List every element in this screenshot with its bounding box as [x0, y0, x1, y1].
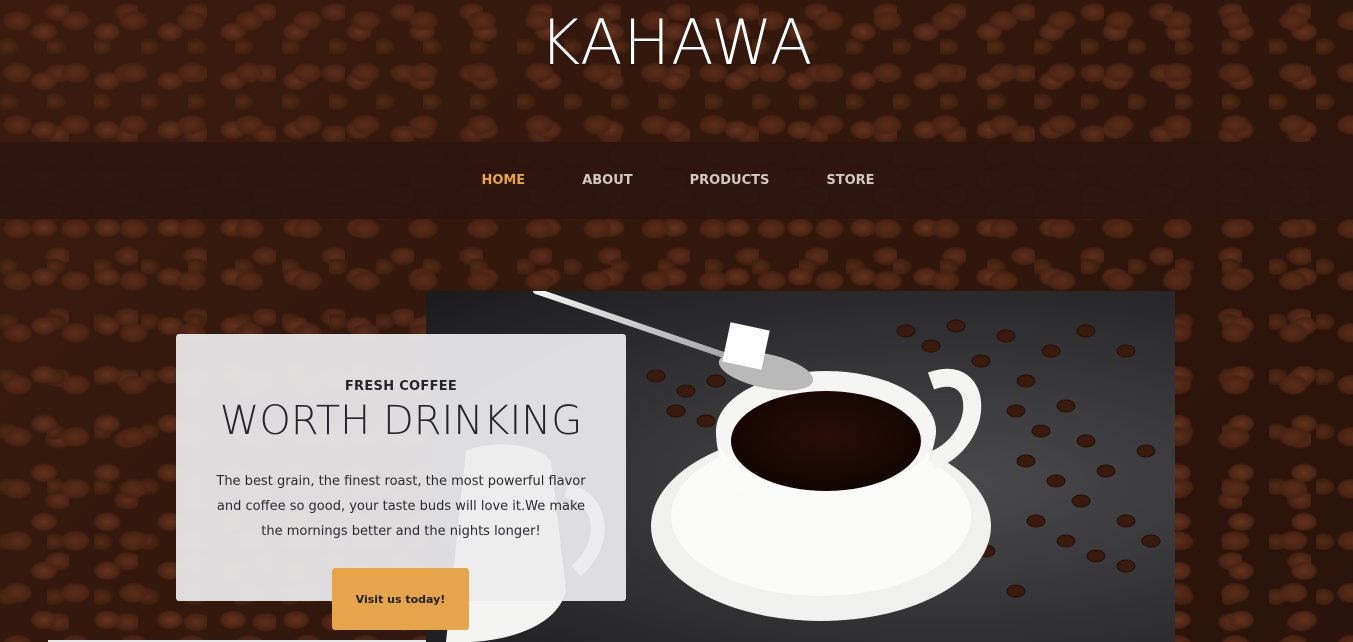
- saucer-and-cup: [651, 368, 991, 621]
- site-title[interactable]: KAHAWA: [0, 0, 1353, 140]
- nav-item-about[interactable]: ABOUT: [582, 173, 632, 188]
- intro-text: The best grain, the finest roast, the mo…: [216, 474, 586, 539]
- nav-item-products[interactable]: PRODUCTS: [690, 173, 770, 188]
- intro-card: FRESH COFFEE WORTH DRINKING The best gra…: [176, 334, 626, 601]
- nav-item-home[interactable]: HOME: [481, 173, 525, 188]
- main-nav: HOME ABOUT PRODUCTS STORE: [0, 142, 1353, 219]
- nav-list: HOME ABOUT PRODUCTS STORE: [0, 142, 1353, 219]
- intro-kicker: FRESH COFFEE: [344, 379, 458, 394]
- intro-heading: WORTH DRINKING: [219, 398, 583, 444]
- nav-item-store[interactable]: STORE: [826, 173, 874, 188]
- visit-us-button[interactable]: Visit us today!: [332, 568, 469, 630]
